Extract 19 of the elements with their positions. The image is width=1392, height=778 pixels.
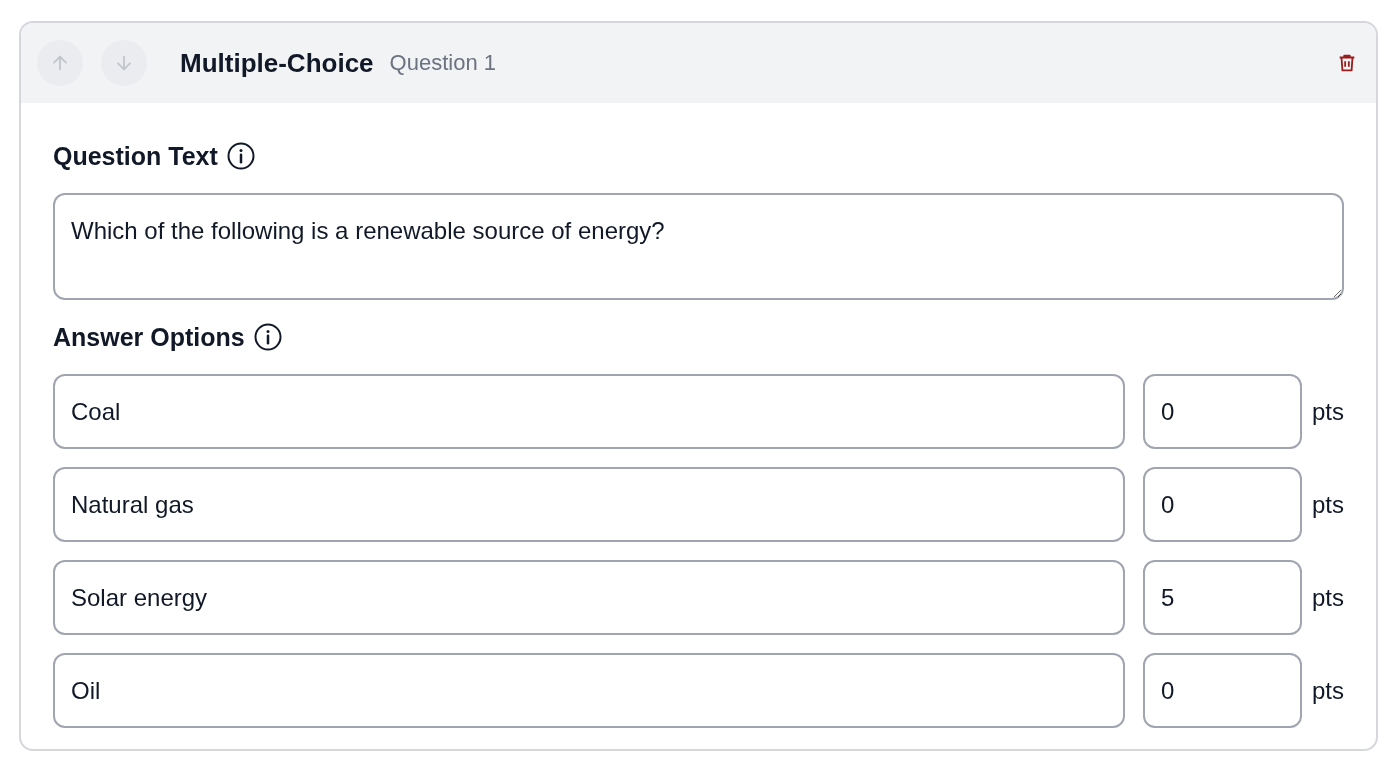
points-field[interactable]: 0 — [1143, 653, 1302, 728]
points-field[interactable]: 5 — [1143, 560, 1302, 635]
points-unit-label: pts — [1312, 490, 1344, 519]
points-field[interactable]: 0 — [1143, 374, 1302, 449]
points-unit-label: pts — [1312, 397, 1344, 426]
answer-option-field[interactable]: Solar energy — [53, 560, 1125, 635]
question-type-title: Multiple-Choice — [180, 47, 374, 79]
info-icon — [252, 322, 283, 352]
answer-option-field[interactable]: Coal — [53, 374, 1125, 449]
answer-option-field[interactable]: Oil — [53, 653, 1125, 728]
section-label: Question Text — [53, 141, 218, 171]
info-icon — [225, 141, 256, 171]
points-field[interactable]: 0 — [1143, 467, 1302, 542]
points-unit-label: pts — [1312, 583, 1344, 612]
points-unit-label: pts — [1312, 676, 1344, 705]
answer-option-field[interactable]: Natural gas — [53, 467, 1125, 542]
question-text-field[interactable]: Which of the following is a renewable source of energy? — [53, 193, 1344, 300]
section-label: Answer Options — [53, 322, 245, 352]
question-number: Question 1 — [389, 50, 496, 76]
